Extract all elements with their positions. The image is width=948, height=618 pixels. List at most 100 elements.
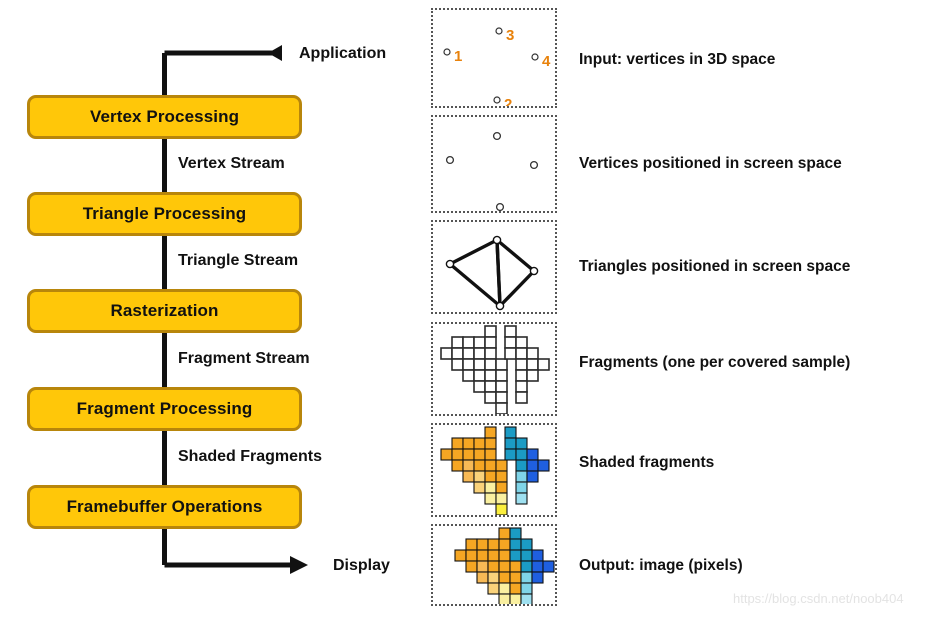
pixel-cell xyxy=(498,527,511,540)
caption-output-image: Output: image (pixels) xyxy=(579,557,743,574)
pixel-cell xyxy=(498,571,511,584)
fragment-cell xyxy=(462,369,475,382)
caption-triangles-screen-space: Triangles positioned in screen space xyxy=(579,258,851,275)
vertex-number: 2 xyxy=(504,96,512,106)
shaded-fragment-cell xyxy=(495,492,508,505)
pixel-cell xyxy=(520,593,533,604)
fragment-cell xyxy=(526,369,539,382)
shaded-fragment-cell xyxy=(537,459,550,472)
shaded-fragment-cell xyxy=(484,426,497,439)
pixel-cell xyxy=(531,571,544,584)
pixel-cell xyxy=(487,560,500,573)
stream-label-fragment-stream: Fragment Stream xyxy=(178,350,310,367)
fragment-cell xyxy=(484,358,497,371)
shaded-fragment-cell xyxy=(484,448,497,461)
shaded-fragment-cell xyxy=(473,448,486,461)
shaded-fragment-cell xyxy=(504,437,517,450)
panel-vertices-3d-space: 1 2 3 4 xyxy=(431,8,557,108)
caption-shaded-fragments: Shaded fragments xyxy=(579,454,715,471)
fragment-cell xyxy=(495,391,508,404)
shaded-fragment-cell xyxy=(440,448,453,461)
panel-fragments-coverage xyxy=(431,322,557,416)
caption-fragments-coverage: Fragments (one per covered sample) xyxy=(579,354,851,371)
stage-label: Fragment Processing xyxy=(76,399,253,418)
pixel-cell xyxy=(498,538,511,551)
fragment-cell xyxy=(473,358,486,371)
pixel-cell xyxy=(531,549,544,562)
vertex-number: 1 xyxy=(454,48,462,65)
shaded-fragment-cell xyxy=(515,481,528,494)
triangles-svg xyxy=(445,235,539,311)
fragment-cell xyxy=(462,336,475,349)
fragment-cell xyxy=(495,358,508,371)
pipeline-column: Vertex Processing Triangle Processing Ra… xyxy=(0,0,420,618)
fragment-cell xyxy=(515,380,528,393)
pixel-cell xyxy=(509,582,522,595)
stream-label-vertex-stream: Vertex Stream xyxy=(178,155,285,172)
shaded-fragment-cell xyxy=(495,503,508,515)
shaded-fragment-cell xyxy=(515,492,528,505)
pixel-cell xyxy=(520,549,533,562)
stage-triangle-processing[interactable]: Triangle Processing xyxy=(27,192,302,236)
stage-label: Vertex Processing xyxy=(89,107,240,126)
pixel-cell xyxy=(465,560,478,573)
shaded-fragment-cell xyxy=(462,437,475,450)
shaded-fragment-cell xyxy=(495,481,508,494)
vertices-3d-svg: 1 2 3 4 xyxy=(443,27,551,106)
shaded-fragment-cell xyxy=(462,470,475,483)
shaded-fragment-cell xyxy=(515,448,528,461)
pixel-cell xyxy=(520,571,533,584)
fragment-cell xyxy=(484,380,497,393)
pipeline-entry-label: Application xyxy=(299,45,387,62)
vertex-markers xyxy=(443,27,539,104)
stage-framebuffer-operations[interactable]: Framebuffer Operations xyxy=(27,485,302,529)
fragment-cell xyxy=(515,369,528,382)
stage-rasterization[interactable]: Rasterization xyxy=(27,289,302,333)
watermark-text: https://blog.csdn.net/noob404 xyxy=(733,591,904,606)
shaded-fragment-cell xyxy=(526,470,539,483)
shaded-fragment-cell xyxy=(495,470,508,483)
pixel-cell xyxy=(487,549,500,562)
pixel-cell xyxy=(509,538,522,551)
fragment-cell xyxy=(451,347,464,360)
pixel-cell xyxy=(509,593,522,604)
pixel-cell xyxy=(509,549,522,562)
fragment-cell xyxy=(515,358,528,371)
shaded-fragment-cell xyxy=(473,459,486,472)
pixel-cell xyxy=(498,549,511,562)
pixel-cell xyxy=(520,582,533,595)
caption-vertices-3d-space: Input: vertices in 3D space xyxy=(579,51,776,68)
fragment-cell xyxy=(473,380,486,393)
pixel-cell xyxy=(531,560,544,573)
pixel-cell xyxy=(498,582,511,595)
pixel-cell xyxy=(465,538,478,551)
stream-label-triangle-stream: Triangle Stream xyxy=(178,252,299,269)
shaded-fragment-cell xyxy=(451,437,464,450)
stage-fragment-processing[interactable]: Fragment Processing xyxy=(27,387,302,431)
shaded-fragment-cell xyxy=(462,459,475,472)
pixel-cell xyxy=(520,560,533,573)
stage-vertex-processing[interactable]: Vertex Processing xyxy=(27,95,302,139)
shaded-fragment-cell xyxy=(504,426,517,439)
fragment-cell xyxy=(473,336,486,349)
fragment-cell xyxy=(495,369,508,382)
shaded-fragment-cell xyxy=(526,459,539,472)
fragment-cell xyxy=(515,391,528,404)
vertex-number: 3 xyxy=(506,27,514,44)
fragment-cell xyxy=(526,347,539,360)
shaded-fragment-cell xyxy=(515,470,528,483)
shaded-fragment-cell xyxy=(451,459,464,472)
pixel-cell xyxy=(454,549,467,562)
fragment-cell xyxy=(495,380,508,393)
shaded-fragment-cell xyxy=(473,470,486,483)
pixel-cell xyxy=(476,560,489,573)
fragment-cell xyxy=(504,336,517,349)
panel-vertices-screen-space xyxy=(431,115,557,213)
fragment-cell xyxy=(504,347,517,360)
shaded-fragment-cell xyxy=(484,492,497,505)
pixel-cell xyxy=(509,527,522,540)
pixel-cell xyxy=(476,571,489,584)
fragments-outline-svg xyxy=(440,325,550,414)
panel-output-image xyxy=(431,524,557,606)
vertex-number: 4 xyxy=(542,53,551,70)
